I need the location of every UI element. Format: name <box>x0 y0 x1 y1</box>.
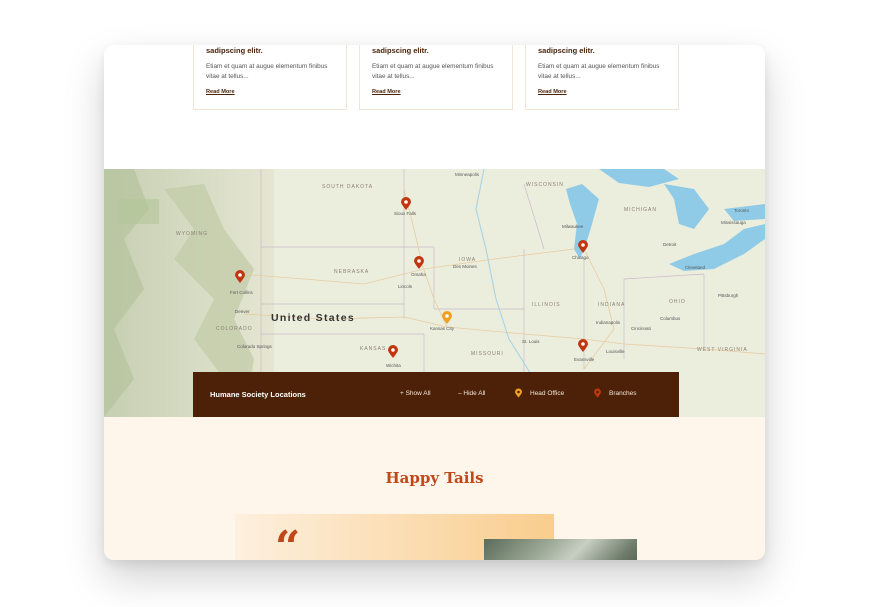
map-state-label: WEST VIRGINIA <box>697 347 748 353</box>
map-city-label: Pittsburgh <box>718 293 739 298</box>
map-city-label: Toronto <box>734 208 750 213</box>
page-frame: sadipscing elitr. Etiam et quam at augue… <box>104 45 765 560</box>
blog-card-title: sadipscing elitr. <box>372 46 429 55</box>
blog-card-title: sadipscing elitr. <box>206 46 263 55</box>
legend-title: Humane Society Locations <box>210 390 306 399</box>
map-city-label: Omaha <box>411 272 426 277</box>
map-state-label: MICHIGAN <box>624 207 657 213</box>
branch-pin-sioux-falls[interactable] <box>401 197 411 210</box>
locations-map[interactable]: SOUTH DAKOTA WYOMING NEBRASKA IOWA COLOR… <box>104 169 765 417</box>
blog-card-excerpt: Etiam et quam at augue elementum finibus… <box>206 63 328 80</box>
branch-pin-chicago[interactable] <box>578 240 588 253</box>
head-office-legend-label[interactable]: Head Office <box>530 390 564 397</box>
blog-cards-section: sadipscing elitr. Etiam et quam at augue… <box>104 45 765 169</box>
happy-tails-section: Happy Tails “ <box>104 417 765 560</box>
blog-card: sadipscing elitr. Etiam et quam at augue… <box>359 45 513 110</box>
branch-pin-wichita[interactable] <box>388 345 398 358</box>
branch-pin-fort-collins[interactable] <box>235 270 245 283</box>
testimonial-photo <box>484 539 637 560</box>
map-state-label: NEBRASKA <box>334 269 370 275</box>
map-state-label: IOWA <box>459 257 477 263</box>
map-legend-bar: Humane Society Locations + Show All – Hi… <box>193 372 679 417</box>
map-city-label: Louisville <box>606 349 625 354</box>
map-city-label: Chicago <box>572 255 589 260</box>
branch-pin-evansville[interactable] <box>578 339 588 352</box>
map-state-label: ILLINOIS <box>532 302 561 308</box>
read-more-link[interactable]: Read More <box>372 89 401 95</box>
map-city-label: Indianapolis <box>596 320 621 325</box>
section-heading: Happy Tails <box>385 469 484 487</box>
hide-all-button[interactable]: – Hide All <box>458 390 485 397</box>
head-office-pin-icon <box>515 388 522 398</box>
map-country-label: United States <box>271 312 355 324</box>
map-city-label: Cleveland <box>685 265 706 270</box>
map-city-label: Cincinnati <box>631 326 651 331</box>
blog-card: sadipscing elitr. Etiam et quam at augue… <box>525 45 679 110</box>
map-city-label: St. Louis <box>522 339 540 344</box>
read-more-link[interactable]: Read More <box>206 89 235 95</box>
blog-card: sadipscing elitr. Etiam et quam at augue… <box>193 45 347 110</box>
blog-card-excerpt: Etiam et quam at augue elementum finibus… <box>372 63 494 80</box>
map-state-label: WISCONSIN <box>526 182 564 188</box>
map-state-label: OHIO <box>669 299 686 305</box>
head-office-pin-kansas-city[interactable] <box>442 311 452 324</box>
map-state-label: SOUTH DAKOTA <box>322 184 374 190</box>
map-city-label: Denver <box>235 309 250 314</box>
blog-card-title: sadipscing elitr. <box>538 46 595 55</box>
map-city-label: Des Moines <box>453 264 477 269</box>
show-all-button[interactable]: + Show All <box>400 390 431 397</box>
map-city-label: Minneapolis <box>455 172 480 177</box>
map-state-label: MISSOURI <box>471 351 504 357</box>
map-state-label: WYOMING <box>176 231 208 237</box>
map-city-label: Kansas City <box>430 326 455 331</box>
quote-mark-icon: “ <box>275 522 301 561</box>
map-city-label: Mississauga <box>721 220 746 225</box>
map-city-label: Lincoln <box>398 284 413 289</box>
map-city-label: Wichita <box>386 363 401 368</box>
branch-pin-omaha[interactable] <box>414 256 424 269</box>
map-state-label: COLORADO <box>216 326 253 332</box>
map-state-label: INDIANA <box>598 302 626 308</box>
branch-pin-icon <box>594 388 601 398</box>
blog-card-excerpt: Etiam et quam at augue elementum finibus… <box>538 63 660 80</box>
map-city-label: Sioux Falls <box>394 211 417 216</box>
branches-legend-label[interactable]: Branches <box>609 390 636 397</box>
map-city-label: Detroit <box>663 242 677 247</box>
map-city-label: Columbus <box>660 316 681 321</box>
read-more-link[interactable]: Read More <box>538 89 567 95</box>
map-city-label: Evansville <box>574 357 595 362</box>
map-city-label: Milwaukee <box>562 224 584 229</box>
map-city-label: Fort Collins <box>230 290 253 295</box>
map-state-label: KANSAS <box>360 346 387 352</box>
map-city-label: Colorado Springs <box>237 344 272 349</box>
